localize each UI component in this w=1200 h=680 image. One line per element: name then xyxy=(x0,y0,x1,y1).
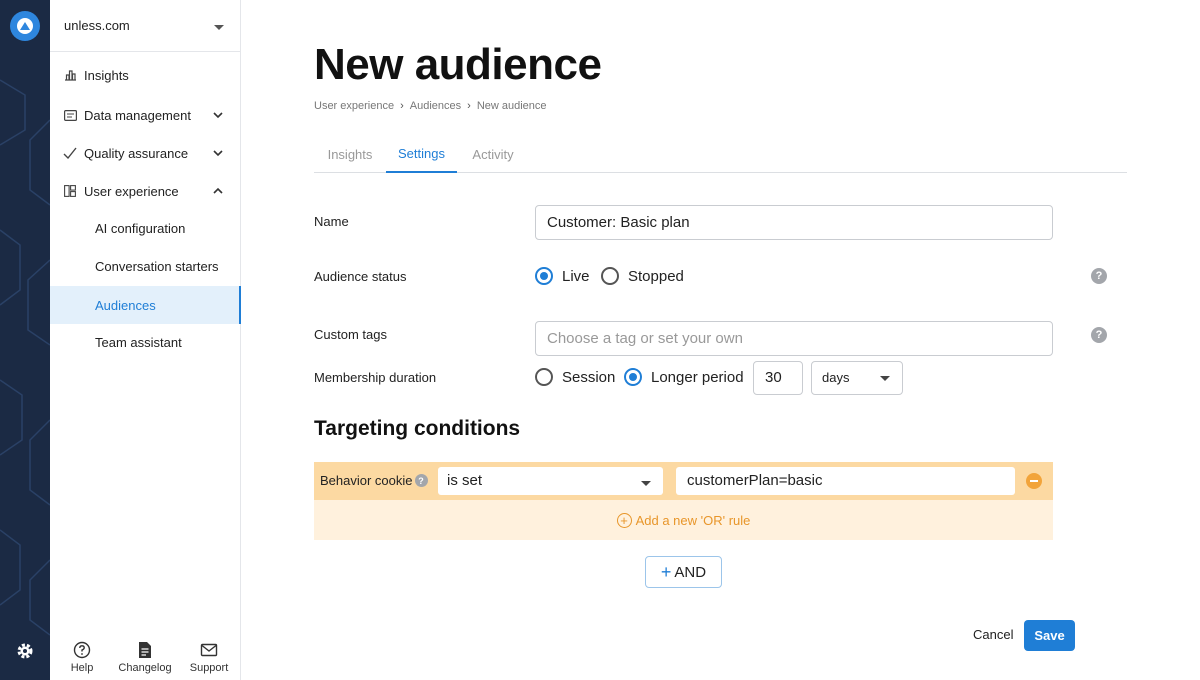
remove-condition-icon[interactable] xyxy=(1026,473,1042,489)
tab-insights[interactable]: Insights xyxy=(314,136,386,173)
logo-icon xyxy=(17,18,33,34)
save-button[interactable]: Save xyxy=(1024,620,1075,651)
radio-selected-icon xyxy=(535,267,553,285)
duration-session-radio[interactable]: Session xyxy=(535,368,615,386)
sidebar-item-label: User experience xyxy=(84,183,179,199)
select-value: days xyxy=(822,370,850,385)
condition-value-input[interactable]: customerPlan=basic xyxy=(676,467,1015,495)
breadcrumb-item: New audience xyxy=(476,100,547,112)
condition-operator-select[interactable]: is set xyxy=(438,467,663,495)
add-and-button[interactable]: + AND xyxy=(645,556,722,588)
condition-type-label: Behavior cookie ? xyxy=(320,473,428,488)
chevron-up-icon[interactable] xyxy=(212,185,224,197)
help-icon[interactable]: ? xyxy=(414,474,428,487)
duration-amount-input[interactable]: 30 xyxy=(753,361,803,395)
question-circle-icon xyxy=(73,641,91,659)
app-logo[interactable] xyxy=(10,11,40,41)
sidebar-item-quality-assurance[interactable]: Quality assurance xyxy=(50,135,240,171)
tab-bar: Insights Settings Activity xyxy=(314,136,1127,173)
radio-label: Live xyxy=(562,267,590,285)
sidebar-subitem-audiences[interactable]: Audiences xyxy=(50,286,241,324)
breadcrumb-separator-icon: › xyxy=(467,100,471,112)
document-icon xyxy=(139,642,151,658)
plus-circle-icon: + xyxy=(616,512,632,528)
custom-tags-label: Custom tags xyxy=(314,327,387,342)
audience-status-label: Audience status xyxy=(314,269,407,284)
sidebar-item-label: AI configuration xyxy=(95,220,186,236)
duration-unit-select[interactable]: days xyxy=(811,361,903,395)
tab-activity[interactable]: Activity xyxy=(457,136,529,173)
duration-longer-radio[interactable]: Longer period xyxy=(624,368,744,386)
rail-pattern xyxy=(0,79,50,636)
breadcrumb-item[interactable]: Audiences xyxy=(410,100,461,112)
name-label: Name xyxy=(314,214,349,229)
radio-label: Stopped xyxy=(628,267,684,285)
folder-icon xyxy=(63,108,77,122)
gear-icon[interactable] xyxy=(15,641,35,661)
caret-down-icon xyxy=(641,481,651,486)
custom-tags-input[interactable] xyxy=(535,321,1053,356)
layout-icon xyxy=(63,184,77,198)
add-or-rule-button[interactable]: + Add a new 'OR' rule xyxy=(314,500,1053,540)
status-live-radio[interactable]: Live xyxy=(535,267,590,285)
sidebar-item-user-experience[interactable]: User experience xyxy=(50,173,240,209)
radio-unselected-icon xyxy=(535,368,553,386)
select-value: is set xyxy=(447,472,483,489)
chevron-down-icon[interactable] xyxy=(212,147,224,159)
site-selector[interactable]: unless.com xyxy=(50,0,240,52)
sidebar-subitem-ai-configuration[interactable]: AI configuration xyxy=(50,209,240,247)
breadcrumb: User experience › Audiences › New audien… xyxy=(314,100,547,112)
sidebar-item-label: Insights xyxy=(84,67,129,83)
changelog-link[interactable]: Changelog xyxy=(115,641,175,674)
help-icon[interactable]: ? xyxy=(1091,268,1107,284)
and-label: AND xyxy=(674,563,707,581)
page-title: New audience xyxy=(314,40,602,89)
condition-type-text: Behavior cookie xyxy=(320,473,413,488)
footer-label: Support xyxy=(189,662,229,674)
breadcrumb-separator-icon: › xyxy=(400,100,404,112)
site-name: unless.com xyxy=(64,18,130,33)
tab-settings[interactable]: Settings xyxy=(386,136,457,173)
sidebar-item-label: Team assistant xyxy=(95,334,182,350)
sidebar: unless.com Insights Data management Qual… xyxy=(50,0,241,680)
name-input[interactable] xyxy=(535,205,1053,240)
plus-icon: + xyxy=(660,561,672,582)
sidebar-item-label: Quality assurance xyxy=(84,145,189,161)
footer-label: Help xyxy=(70,662,94,674)
check-icon xyxy=(63,146,77,160)
breadcrumb-item[interactable]: User experience xyxy=(314,100,394,112)
chevron-down-icon[interactable] xyxy=(212,109,224,121)
sidebar-item-data-management[interactable]: Data management xyxy=(50,97,240,133)
cancel-button[interactable]: Cancel xyxy=(973,627,1013,642)
footer-label: Changelog xyxy=(118,662,172,674)
radio-unselected-icon xyxy=(601,267,619,285)
status-stopped-radio[interactable]: Stopped xyxy=(601,267,684,285)
targeting-title: Targeting conditions xyxy=(314,417,521,440)
sidebar-item-label: Data management xyxy=(84,107,191,123)
sidebar-subitem-team-assistant[interactable]: Team assistant xyxy=(50,323,240,361)
support-link[interactable]: Support xyxy=(179,641,239,674)
caret-down-icon xyxy=(880,376,890,381)
bar-chart-icon xyxy=(63,68,77,82)
sidebar-item-insights[interactable]: Insights xyxy=(50,57,240,93)
help-icon[interactable]: ? xyxy=(1091,327,1107,343)
condition-row: Behavior cookie ? is set customerPlan=ba… xyxy=(314,462,1053,500)
add-or-label: Add a new 'OR' rule xyxy=(635,512,751,528)
sidebar-item-label: Conversation starters xyxy=(95,258,219,274)
mail-icon xyxy=(200,643,218,657)
radio-selected-icon xyxy=(624,368,642,386)
caret-down-icon xyxy=(214,25,224,30)
help-link[interactable]: Help xyxy=(52,641,112,674)
membership-duration-label: Membership duration xyxy=(314,370,437,385)
app-rail xyxy=(0,0,50,680)
sidebar-subitem-conversation-starters[interactable]: Conversation starters xyxy=(50,247,240,285)
sidebar-item-label: Audiences xyxy=(95,297,156,313)
radio-label: Session xyxy=(562,368,616,386)
radio-label: Longer period xyxy=(651,368,744,386)
